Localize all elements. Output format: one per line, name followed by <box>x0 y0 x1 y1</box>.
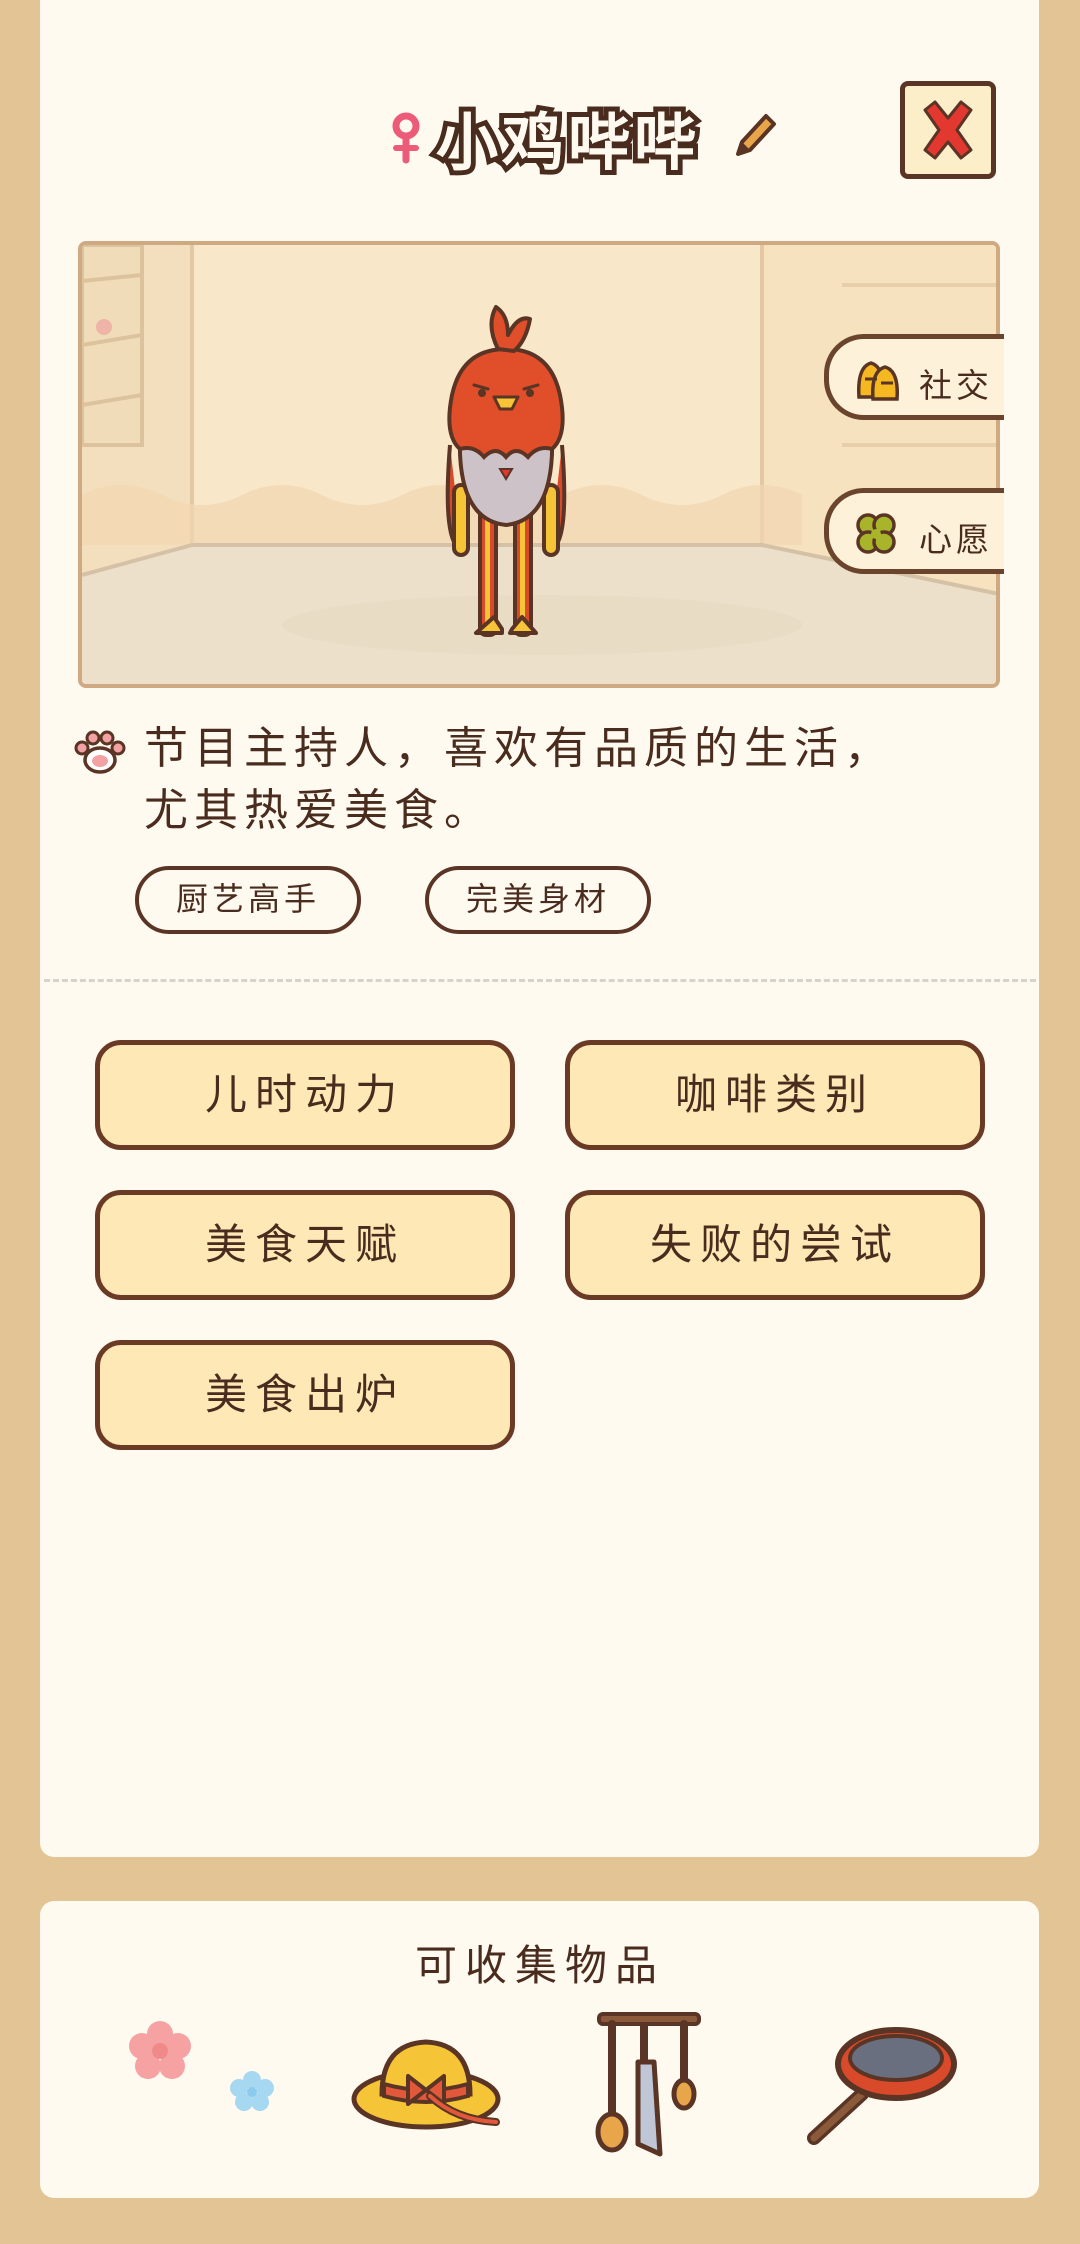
section-divider <box>44 979 1036 982</box>
close-button[interactable] <box>900 81 996 179</box>
tag-cooking-master: 厨艺高手 <box>135 866 361 934</box>
wish-button[interactable]: 心愿 <box>824 488 1004 574</box>
story-button-3[interactable]: 美食天赋 <box>95 1190 515 1300</box>
character-name: 小鸡哔哔 <box>436 106 701 179</box>
social-button[interactable]: 社交 <box>824 334 1004 420</box>
clover-icon <box>856 513 896 554</box>
character-description: 节目主持人，喜欢有品质的生活， 尤其热爱美食。 <box>144 718 964 842</box>
close-icon <box>923 100 973 160</box>
description-line-2: 尤其热爱美食。 <box>144 785 494 836</box>
room-illustration <box>82 245 996 684</box>
kitchen-utensils-icon[interactable] <box>584 2004 714 2164</box>
social-icon <box>857 361 899 401</box>
collectibles-title: 可收集物品 <box>414 1941 665 1990</box>
straw-hat-icon[interactable] <box>346 2004 506 2154</box>
tag-perfect-figure: 完美身材 <box>425 866 651 934</box>
female-gender-icon <box>392 112 420 164</box>
description-line-1: 节目主持人，喜欢有品质的生活， <box>144 723 894 774</box>
character-scene <box>78 241 1000 688</box>
wish-label: 心愿 <box>919 520 993 559</box>
story-button-5[interactable]: 美食出炉 <box>95 1340 515 1450</box>
story-button-2[interactable]: 咖啡类别 <box>565 1040 985 1150</box>
paw-icon <box>74 730 126 774</box>
flowers-icon[interactable] <box>120 2004 290 2154</box>
story-button-1[interactable]: 儿时动力 <box>95 1040 515 1150</box>
frying-pan-icon[interactable] <box>800 2004 960 2154</box>
story-button-4[interactable]: 失败的尝试 <box>565 1190 985 1300</box>
edit-pencil-icon[interactable] <box>730 110 778 160</box>
social-label: 社交 <box>919 366 993 405</box>
